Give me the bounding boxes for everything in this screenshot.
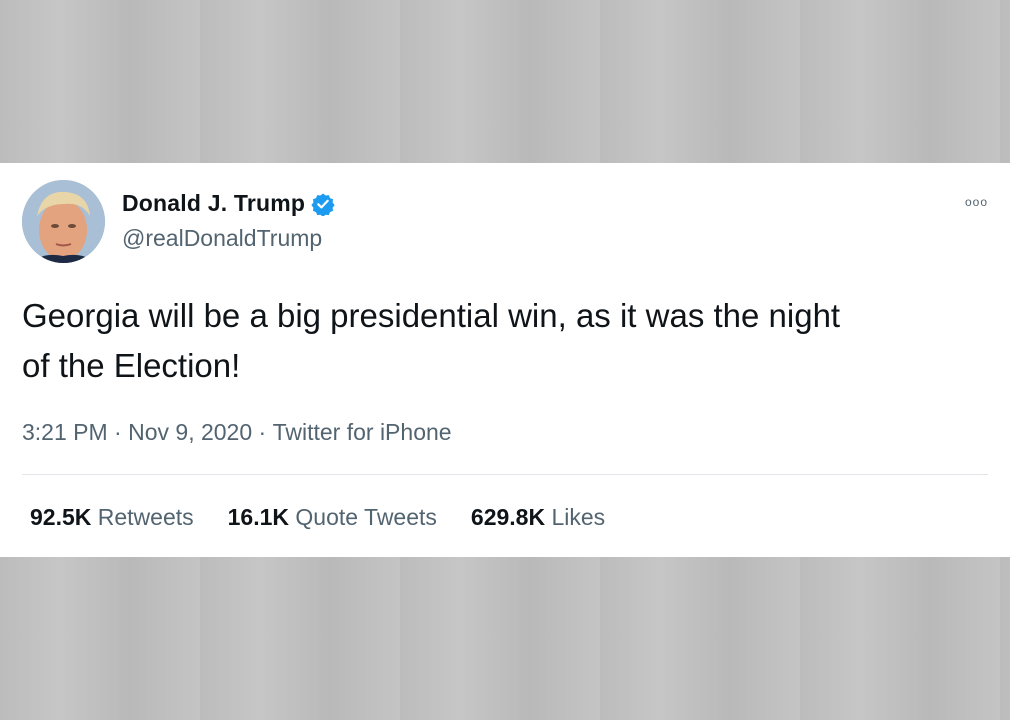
tweet-stats: 92.5K Retweets 16.1K Quote Tweets 629.8K… <box>30 504 639 531</box>
author-name-row[interactable]: Donald J. Trump <box>122 190 335 217</box>
likes-stat[interactable]: 629.8K Likes <box>471 504 605 531</box>
author-name[interactable]: Donald J. Trump <box>122 190 305 217</box>
tweet-meta: 3:21 PM · Nov 9, 2020 · Twitter for iPho… <box>22 419 452 446</box>
tweet-time[interactable]: 3:21 PM <box>22 419 108 446</box>
likes-label: Likes <box>551 504 606 530</box>
likes-count: 629.8K <box>470 504 546 530</box>
quote-tweets-count: 16.1K <box>227 504 290 530</box>
tweet-text-line-1: Georgia will be a big presidential win, … <box>22 297 841 334</box>
quote-tweets-stat[interactable]: 16.1K Quote Tweets <box>228 504 437 531</box>
verified-badge-icon <box>311 193 335 216</box>
author-handle[interactable]: @realDonaldTrump <box>122 225 322 252</box>
tweet-source[interactable]: Twitter for iPhone <box>273 419 452 446</box>
more-options-icon[interactable]: ooo <box>965 195 988 209</box>
retweets-count: 92.5K <box>30 504 92 530</box>
background-top <box>0 0 1010 163</box>
meta-separator: · <box>252 419 273 445</box>
avatar-image <box>22 180 105 263</box>
avatar[interactable] <box>22 180 105 263</box>
retweets-stat[interactable]: 92.5K Retweets <box>30 504 194 531</box>
tweet-date[interactable]: Nov 9, 2020 <box>128 419 252 446</box>
quote-tweets-label: Quote Tweets <box>295 504 437 530</box>
retweets-label: Retweets <box>97 504 194 530</box>
tweet-text-line-2: of the Election! <box>22 347 241 384</box>
meta-separator: · <box>107 419 129 445</box>
background-bottom <box>0 557 1010 720</box>
tweet-card: Donald J. Trump @realDonaldTrump ooo Geo… <box>0 163 1010 557</box>
tweet-text: Georgia will be a big presidential win, … <box>22 291 982 391</box>
divider <box>22 474 988 475</box>
